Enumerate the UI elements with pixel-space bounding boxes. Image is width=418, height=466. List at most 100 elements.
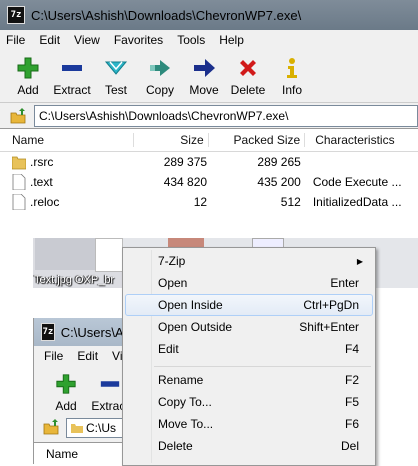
ctx-shortcut: F6 [344,417,359,431]
file-icon [12,194,26,210]
ctx-shortcut: F4 [344,342,359,356]
plus-icon [52,370,80,398]
add-label-2: Add [55,399,77,413]
menu-help[interactable]: Help [219,33,244,47]
ctx-label: Open [158,276,188,290]
x-icon [234,54,262,82]
add-button[interactable]: Add [8,50,48,97]
file-packed-size: 289 265 [257,155,301,169]
file-characteristics: InitializedData ... [312,195,402,209]
ctx-item-open[interactable]: Open Enter [125,272,373,294]
col-size-header[interactable]: Size [133,133,207,147]
file-size: 12 [193,195,208,209]
ctx-shortcut: Del [340,439,359,453]
double-arrow-icon [146,54,174,82]
desktop-thumbnail-image[interactable] [35,238,95,270]
column-header: Name Size Packed Size Characteristics [0,129,418,152]
test-button[interactable]: Test [96,50,136,97]
minus-icon [96,370,124,398]
ctx-shortcut: F5 [344,395,359,409]
copy-label: Copy [145,83,174,97]
ctx-shortcut: Shift+Enter [299,320,359,334]
col-name-header-2[interactable]: Name [46,447,78,461]
file-icon [12,174,26,190]
folder-up-icon[interactable] [8,106,28,126]
file-name: .rsrc [30,155,54,169]
menu-view[interactable]: View [74,33,100,47]
copy-button[interactable]: Copy [140,50,180,97]
ctx-label: Open Inside [158,298,223,312]
ctx-item-7zip[interactable]: 7-Zip ▶ [125,250,373,272]
menu-edit[interactable]: Edit [39,33,60,47]
toolbar: Add Extract Test Copy Move Delete Info [0,50,418,102]
ctx-label: Edit [158,342,179,356]
ctx-label: Copy To... [158,395,212,409]
ctx-shortcut: Ctrl+PgDn [303,298,359,312]
folder-up-icon-2[interactable] [42,418,60,439]
info-label: Info [281,83,302,97]
file-name: .text [30,175,53,189]
move-button[interactable]: Move [184,50,224,97]
file-size: 434 820 [163,175,208,189]
col-characteristics-header[interactable]: Characteristics [304,133,418,147]
app-7zip-icon-2: 7z [41,323,55,341]
folder-icon [12,156,26,170]
info-button[interactable]: Info [272,50,312,97]
col-packed-header[interactable]: Packed Size [207,133,305,147]
ctx-shortcut: Enter [330,276,359,290]
context-menu: 7-Zip ▶ Open Enter Open Inside Ctrl+PgDn… [122,247,376,466]
address-bar: C:\Users\Ashish\Downloads\ChevronWP7.exe… [0,102,418,129]
add-button-2[interactable]: Add [46,366,86,414]
delete-button[interactable]: Delete [228,50,268,97]
ctx-shortcut: F2 [344,373,359,387]
ctx-item-open-outside[interactable]: Open Outside Shift+Enter [125,316,373,338]
file-characteristics: Code Execute ... [312,175,402,189]
arrow-right-icon [190,54,218,82]
add-label: Add [17,83,39,97]
ctx-item-copy-to[interactable]: Copy To... F5 [125,391,373,413]
menu-favorites[interactable]: Favorites [114,33,163,47]
file-size: 289 375 [163,155,208,169]
address-text: C:\Users\Ashish\Downloads\ChevronWP7.exe… [39,109,289,123]
ctx-label: 7-Zip [158,254,186,268]
extract-button[interactable]: Extract [52,50,92,97]
table-row[interactable]: .rsrc 289 375 289 265 [0,152,418,172]
file-packed-size: 435 200 [257,175,301,189]
menu-separator [154,366,371,367]
ctx-label: Open Outside [158,320,233,334]
menu-file[interactable]: File [6,33,25,47]
ctx-label: Rename [158,373,204,387]
move-label: Move [189,83,219,97]
file-name: .reloc [30,195,60,209]
info-icon [278,54,306,82]
delete-label: Delete [230,83,266,97]
ctx-item-edit[interactable]: Edit F4 [125,338,373,360]
minus-icon [58,54,86,82]
test-label: Test [104,83,127,97]
title-bar: 7z C:\Users\Ashish\Downloads\ChevronWP7.… [0,0,418,30]
menu-tools[interactable]: Tools [177,33,205,47]
address-text-2: C:\Us [86,421,116,435]
desktop-thumbnails: Text.jpg OXP_br [33,238,123,288]
menu-view-2[interactable]: Vi [112,349,122,363]
file-packed-size: 512 [280,195,301,209]
ctx-label: Move To... [158,417,214,431]
app-7zip-icon: 7z [7,6,25,24]
desktop-thumbnail-doc[interactable] [95,238,123,272]
table-row[interactable]: .text 434 820 435 200 Code Execute ... [0,172,418,192]
submenu-arrow-icon: ▶ [356,256,363,266]
table-row[interactable]: .reloc 12 512 InitializedData ... [0,192,418,212]
address-field[interactable]: C:\Users\Ashish\Downloads\ChevronWP7.exe… [34,105,418,127]
ctx-item-move-to[interactable]: Move To... F6 [125,413,373,435]
col-name-header[interactable]: Name [0,133,133,147]
window-title: C:\Users\Ashish\Downloads\ChevronWP7.exe… [31,7,302,23]
desktop-icon-label: Text.jpg OXP_br [34,274,115,286]
menu-file-2[interactable]: File [44,349,63,363]
plus-icon [14,54,42,82]
check-chevron-icon [102,54,130,82]
ctx-item-delete[interactable]: Delete Del [125,435,373,457]
ctx-item-rename[interactable]: Rename F2 [125,369,373,391]
ctx-item-open-inside[interactable]: Open Inside Ctrl+PgDn [125,294,373,316]
folder-icon [71,424,83,433]
menu-edit-2[interactable]: Edit [77,349,98,363]
